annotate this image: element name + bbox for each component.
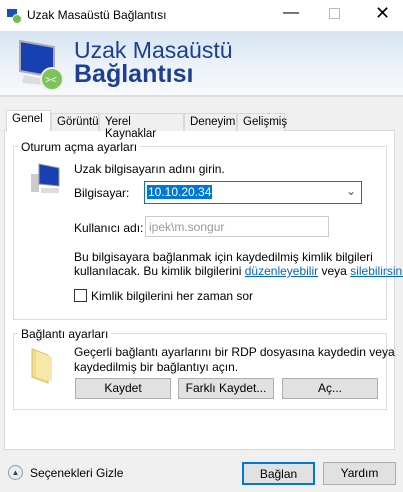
save-as-button[interactable]: Farklı Kaydet...	[178, 378, 274, 399]
title-bar: Uzak Masaüstü Bağlantısı — ✕	[0, 0, 403, 31]
computer-value[interactable]: 10.10.20.34	[147, 185, 213, 199]
help-button[interactable]: Yardım	[323, 462, 396, 485]
close-button[interactable]: ✕	[375, 3, 390, 24]
edit-credentials-link[interactable]: düzenleyebilir	[245, 264, 318, 278]
folder-icon	[31, 348, 52, 384]
save-button[interactable]: Kaydet	[75, 378, 171, 399]
credentials-info-line1: Bu bilgisayara bağlanmak için kaydedilmi…	[74, 250, 373, 264]
hide-options-button[interactable]: Seçenekleri Gizle	[30, 466, 123, 480]
monitor-icon: ><	[19, 39, 64, 91]
always-ask-label[interactable]: Kimlik bilgilerini her zaman sor	[91, 289, 253, 303]
computer-label: Bilgisayar:	[74, 186, 130, 200]
connection-settings-title: Bağlantı ayarları	[18, 327, 112, 341]
connect-button[interactable]: Bağlan	[242, 462, 315, 485]
minimize-button[interactable]: —	[283, 4, 299, 22]
tab-display[interactable]: Görüntü	[51, 113, 99, 131]
collapse-icon[interactable]: ▲	[8, 465, 23, 480]
remote-desktop-icon	[7, 9, 22, 24]
username-value: ipek\m.songur	[149, 220, 225, 234]
tab-local-resources[interactable]: Yerel Kaynaklar	[99, 113, 184, 140]
connection-text-line1: Geçerli bağlantı ayarlarını bir RDP dosy…	[74, 345, 395, 359]
username-field: ipek\m.songur	[145, 216, 329, 237]
chevron-down-icon[interactable]: ⌄	[346, 184, 356, 198]
tab-advanced[interactable]: Gelişmiş	[237, 113, 287, 131]
svg-text:><: ><	[45, 75, 57, 86]
credentials-info-line2: kullanılacak. Bu kimlik bilgilerini düze…	[74, 264, 403, 278]
window-title: Uzak Masaüstü Bağlantısı	[27, 8, 167, 22]
tab-general[interactable]: Genel	[6, 110, 51, 131]
username-label: Kullanıcı adı:	[74, 221, 144, 235]
tab-experience[interactable]: Deneyim	[184, 113, 237, 131]
banner-title-line2: Bağlantısı	[74, 60, 194, 88]
connection-text-line2: kaydedilmiş bir bağlantıyı açın.	[74, 360, 239, 374]
logon-settings-title: Oturum açma ayarları	[18, 140, 141, 154]
credentials-info-text: kullanılacak. Bu kimlik bilgilerini	[74, 264, 242, 278]
logon-instruction: Uzak bilgisayarın adını girin.	[74, 162, 225, 176]
computer-combobox[interactable]: 10.10.20.34 ⌄	[144, 181, 362, 204]
computer-icon	[31, 163, 60, 193]
always-ask-checkbox[interactable]	[74, 289, 87, 302]
or-text: veya	[321, 264, 347, 278]
delete-credentials-link[interactable]: silebilirsiniz	[350, 264, 403, 278]
open-button[interactable]: Aç...	[282, 378, 378, 399]
maximize-button[interactable]	[329, 8, 340, 19]
